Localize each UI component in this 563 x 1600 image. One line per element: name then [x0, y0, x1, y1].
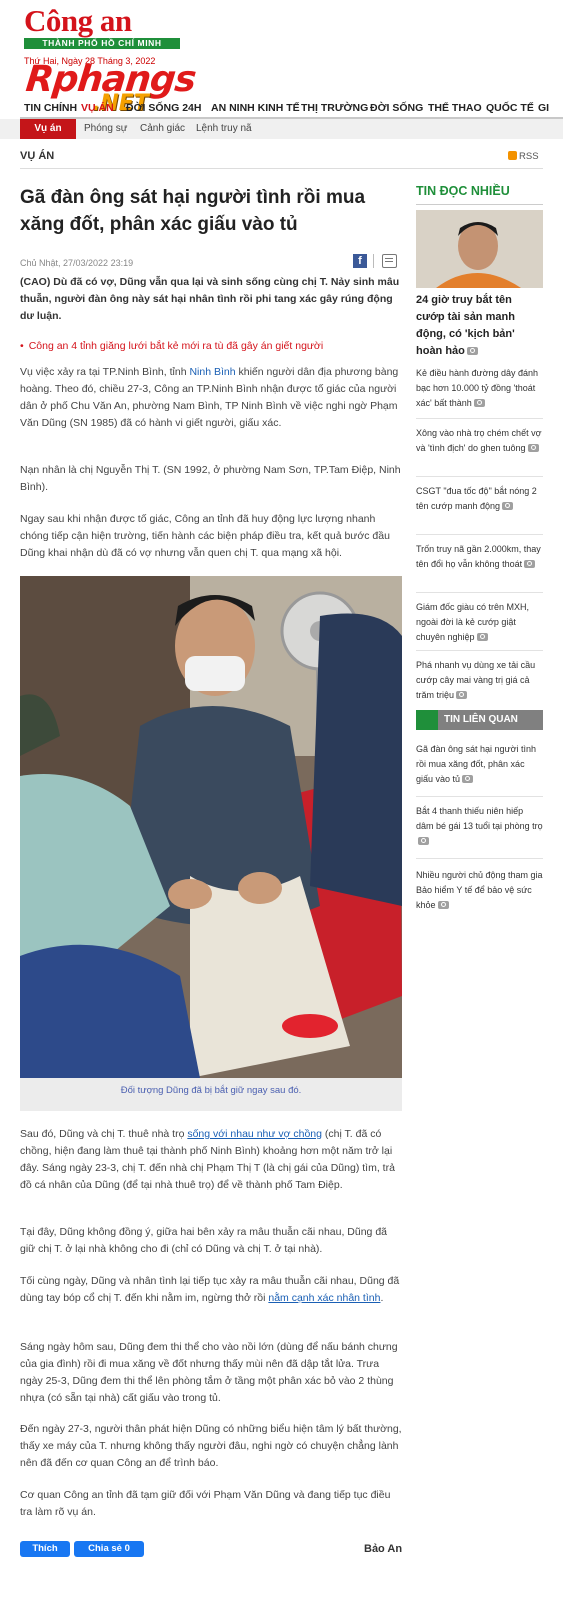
subnav-item-vu-an[interactable]: Vụ án — [20, 119, 76, 139]
top-story-thumbnail[interactable] — [416, 210, 543, 288]
camera-icon — [418, 836, 429, 845]
article-photo — [20, 576, 402, 1078]
divider — [416, 476, 543, 477]
most-read-item[interactable]: Trốn truy nã gần 2.000km, thay tên đổi h… — [416, 542, 543, 572]
text: . — [380, 1292, 384, 1304]
article-title: Gã đàn ông sát hại người tình rồi mua xă… — [20, 187, 366, 235]
divider — [416, 796, 543, 797]
nav-item-the-thao[interactable]: THỂ THAO — [428, 102, 482, 114]
camera-icon — [476, 632, 488, 641]
text: Phá nhanh vụ dùng xe tải cầu cướp cây ma… — [416, 660, 536, 700]
main-nav: TIN CHÍNH VỤ ÁN ĐỜI SỐNG 24H AN NINH KIN… — [0, 100, 563, 118]
article-paragraph-9: Cơ quan Công an tỉnh đã tạm giữ đối với … — [20, 1489, 391, 1518]
print-icon[interactable] — [382, 254, 397, 268]
most-read-item[interactable]: Phá nhanh vụ dùng xe tải cầu cướp cây ma… — [416, 658, 543, 703]
most-read-item[interactable]: Xông vào nhà trọ chém chết vợ và 'tình đ… — [416, 426, 543, 456]
divider — [416, 534, 543, 535]
article-author: Bảo An — [364, 1543, 403, 1555]
camera-icon — [437, 900, 449, 909]
divider — [373, 254, 374, 268]
nav-item-thi-truong[interactable]: THỊ TRƯỜNG — [301, 102, 368, 114]
text: Giám đốc giàu có trên MXH, ngoài đời là … — [416, 602, 530, 642]
article-paragraph-3: Ngay sau khi nhận được tố giác, Công an … — [20, 513, 390, 559]
subnav-item-phong-su[interactable]: Phóng sự — [84, 123, 127, 134]
most-read-item[interactable]: Kẻ điều hành đường dây đánh bạc hơn 10.0… — [416, 366, 543, 411]
ninh-binh-link[interactable]: Ninh Bình — [187, 366, 235, 378]
related-item[interactable]: Gã đàn ông sát hại người tình rồi mua xă… — [416, 742, 543, 787]
article-paragraph-7: Sáng ngày hôm sau, Dũng đem thi thể cho … — [20, 1341, 398, 1404]
camera-icon — [527, 443, 539, 452]
divider — [416, 858, 543, 859]
arrest-photo-illustration — [20, 576, 402, 1078]
text: Xông vào nhà trọ chém chết vợ và 'tình đ… — [416, 428, 542, 453]
section-divider — [20, 168, 543, 169]
divider — [416, 418, 543, 419]
divider — [416, 204, 543, 205]
nav-item-doi-song[interactable]: ĐỜI SỐNG — [370, 102, 423, 114]
nav-item-an-ninh-kinh-te[interactable]: AN NINH KINH TẾ — [211, 102, 300, 114]
article-paragraph-6: Tối cùng ngày, Dũng và nhân tình lại tiế… — [20, 1273, 402, 1307]
divider — [416, 592, 543, 593]
nav-item-quoc-te[interactable]: QUỐC TẾ — [486, 102, 534, 114]
related-item[interactable]: Nhiều người chủ động tham gia Bảo hiểm Y… — [416, 868, 543, 913]
most-read-heading: TIN ĐỌC NHIỀU — [416, 184, 510, 198]
photo-caption: Đối tượng Dũng đã bị bắt giữ ngay sau đó… — [20, 1078, 402, 1111]
nav-item-overflow[interactable]: GI — [538, 102, 549, 114]
article-date: Chủ Nhật, 27/03/2022 23:19 — [20, 258, 134, 268]
subnav-item-canh-giac[interactable]: Cảnh giác — [140, 123, 185, 134]
camera-icon — [456, 690, 468, 699]
article-paragraph-4: Sau đó, Dũng và chị T. thuê nhà trọ sống… — [20, 1126, 402, 1194]
camera-icon — [466, 346, 478, 355]
nav-item-tin-chinh[interactable]: TIN CHÍNH — [24, 102, 77, 114]
facebook-like-button[interactable]: Thích — [20, 1541, 70, 1557]
article-paragraph-8: Đến ngày 27-3, người thân phát hiện Dũng… — [20, 1423, 402, 1469]
section-title[interactable]: VỤ ÁN — [20, 150, 54, 162]
subnav-item-lenh-truy-na[interactable]: Lệnh truy nã — [196, 123, 252, 134]
article-paragraph-1: Vụ việc xảy ra tại TP.Ninh Bình, tỉnh Ni… — [20, 364, 402, 432]
related-inline-link[interactable]: Công an 4 tỉnh giăng lưới bắt kẻ mới ra … — [20, 340, 323, 352]
related-heading: TIN LIÊN QUAN — [416, 710, 543, 730]
heading-accent — [416, 710, 438, 730]
site-logo[interactable]: Công an — [24, 4, 132, 38]
text: Sau đó, Dũng và chị T. thuê nhà trọ — [20, 1128, 188, 1140]
text: CSGT "đua tốc độ" bắt nóng 2 tên cướp ma… — [416, 486, 537, 511]
text: Gã đàn ông sát hại người tình rồi mua xă… — [416, 744, 537, 784]
camera-icon — [462, 774, 474, 783]
facebook-share-icon[interactable]: f — [353, 254, 367, 268]
nam-canh-xac-link[interactable]: nằm cạnh xác nhân tình — [268, 1292, 380, 1304]
article-paragraph-5: Tại đây, Dũng không đồng ý, giữa hai bên… — [20, 1226, 387, 1255]
suspect-photo-illustration — [416, 210, 543, 288]
camera-icon — [501, 501, 513, 510]
rss-link[interactable]: RSS — [508, 151, 539, 162]
sidebar: TIN ĐỌC NHIỀU 24 giờ truy bắt tên cướp t… — [416, 184, 543, 910]
camera-icon — [524, 559, 536, 568]
song-voi-nhau-link[interactable]: sống với nhau như vợ chồng — [187, 1128, 322, 1140]
top-story-title[interactable]: 24 giờ truy bắt tên cướp tài sản manh độ… — [416, 292, 543, 360]
most-read-item[interactable]: Giám đốc giàu có trên MXH, ngoài đời là … — [416, 600, 543, 645]
text: Bắt 4 thanh thiếu niên hiếp dâm bé gái 1… — [416, 806, 543, 831]
article-paragraph-2: Nạn nhân là chị Nguyễn Thị T. (SN 1992, … — [20, 464, 401, 493]
article: Gã đàn ông sát hại người tình rồi mua xă… — [20, 184, 402, 1557]
article-sapo: (CAO) Dù đã có vợ, Dũng vẫn qua lại và s… — [20, 276, 400, 322]
sub-nav: Vụ án Phóng sự Cảnh giác Lệnh truy nã — [0, 119, 563, 139]
rss-icon — [508, 151, 517, 160]
site-logo-subtitle: THÀNH PHỐ HỒ CHÍ MINH — [24, 38, 180, 49]
divider — [416, 650, 543, 651]
text: 24 giờ truy bắt tên cướp tài sản manh độ… — [416, 294, 515, 357]
camera-icon — [473, 398, 485, 407]
nav-item-vu-an[interactable]: VỤ ÁN — [81, 102, 114, 114]
text: Trốn truy nã gần 2.000km, thay tên đổi h… — [416, 544, 541, 569]
text: Nhiều người chủ động tham gia Bảo hiểm Y… — [416, 870, 543, 910]
rss-label: RSS — [519, 151, 539, 162]
related-heading-label: TIN LIÊN QUAN — [444, 714, 518, 725]
facebook-share-button[interactable]: Chia sẻ 0 — [74, 1541, 144, 1557]
most-read-item[interactable]: CSGT "đua tốc độ" bắt nóng 2 tên cướp ma… — [416, 484, 543, 514]
nav-item-doi-song-24h[interactable]: ĐỜI SỐNG 24H — [126, 102, 201, 114]
related-item[interactable]: Bắt 4 thanh thiếu niên hiếp dâm bé gái 1… — [416, 804, 543, 849]
text: Vụ việc xảy ra tại TP.Ninh Bình, tỉnh — [20, 366, 187, 378]
